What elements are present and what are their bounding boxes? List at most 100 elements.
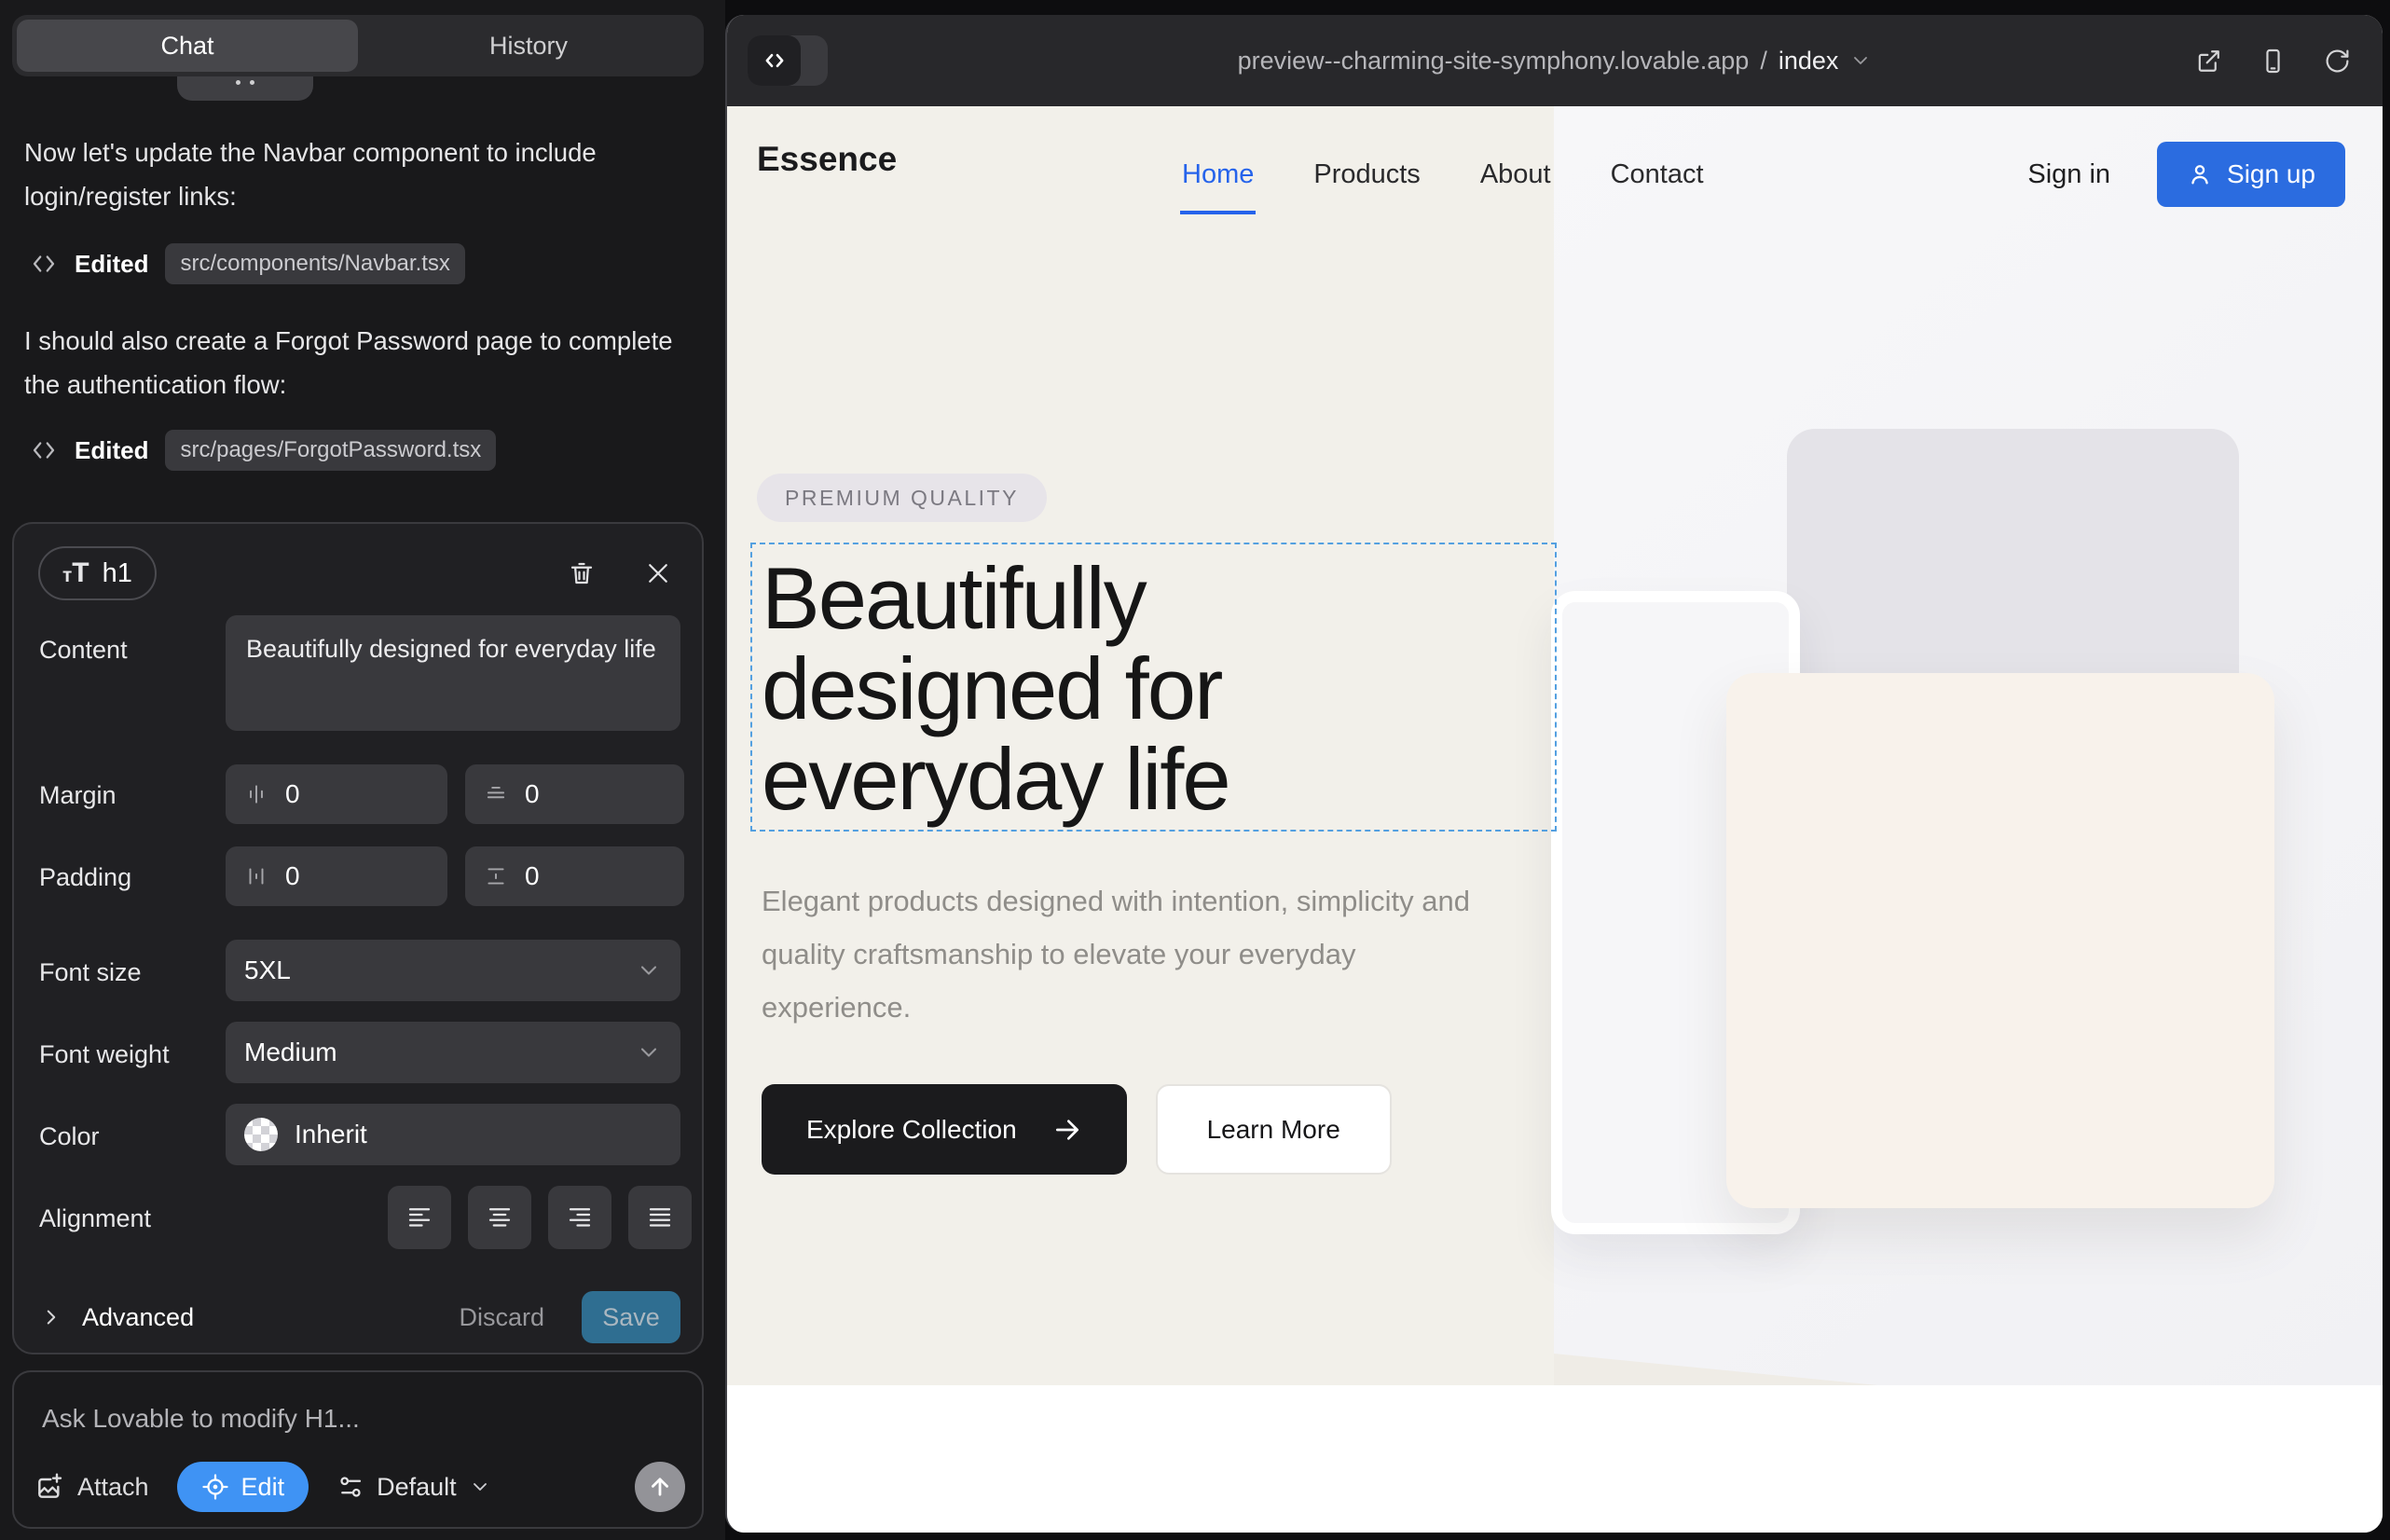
margin-y-icon [484,782,508,806]
align-center-icon [486,1203,514,1231]
site-logo[interactable]: Essence [757,140,897,179]
url-separator: / [1760,47,1767,76]
mode-select[interactable]: Default [337,1473,491,1502]
arrow-right-icon [1052,1115,1082,1145]
sign-in-link[interactable]: Sign in [2027,159,2110,190]
edited-file-row: Edited src/components/Navbar.tsx [30,242,465,285]
chevron-down-icon [636,1039,662,1066]
font-weight-label: Font weight [39,1040,170,1069]
discard-button[interactable]: Discard [459,1303,544,1332]
lovable-app: Chat History Now let's update the Navbar… [0,0,2390,1540]
edit-mode-button[interactable]: Edit [177,1462,309,1512]
scrolled-chip-fragment[interactable] [177,76,313,101]
nav-link-contact[interactable]: Contact [1611,159,1704,190]
url-page: index [1779,47,1839,76]
attach-button[interactable]: Attach [34,1472,149,1502]
align-center-button[interactable] [468,1186,531,1249]
user-icon [2187,161,2213,187]
delete-element-button[interactable] [566,557,598,589]
edited-label: Edited [75,250,148,279]
nav-link-products[interactable]: Products [1313,159,1420,190]
panel-tabs: Chat History [12,15,704,76]
file-chip[interactable]: src/components/Navbar.tsx [165,243,464,284]
arrow-up-icon [647,1474,673,1500]
trash-icon [568,559,596,587]
margin-label: Margin [39,781,117,810]
editor-header: тT h1 [38,546,674,600]
chevron-down-icon [636,957,662,983]
ellipsis-dot [250,80,254,85]
align-left-icon [405,1203,433,1231]
chevron-down-icon [469,1476,491,1498]
alignment-buttons [226,1186,692,1251]
padding-label: Padding [39,863,131,892]
typography-icon: тT [62,557,89,589]
align-right-button[interactable] [548,1186,611,1249]
element-tag: h1 [103,558,132,589]
hero-description: Elegant products designed with intention… [762,874,1507,1034]
image-plus-icon [34,1472,64,1502]
url-host: preview--charming-site-symphony.lovable.… [1238,47,1750,76]
external-link-icon[interactable] [2195,48,2222,75]
element-tag-pill: тT h1 [38,546,157,600]
edited-file-row: Edited src/pages/ForgotPassword.tsx [30,429,496,472]
font-size-select[interactable]: 5XL [226,940,680,1001]
padding-x-icon [244,864,268,888]
send-button[interactable] [635,1462,685,1512]
tab-history[interactable]: History [358,20,699,72]
margin-x-input[interactable]: 0 [226,764,447,824]
hero-cta-row: Explore Collection Learn More [762,1084,1392,1175]
tab-chat[interactable]: Chat [17,20,358,72]
padding-y-input[interactable]: 0 [465,846,684,906]
url-bar[interactable]: preview--charming-site-symphony.lovable.… [727,15,2383,106]
content-label: Content [39,636,128,665]
edited-label: Edited [75,436,148,465]
padding-x-input[interactable]: 0 [226,846,447,906]
composer-toolbar: Attach Edit Default [34,1460,685,1514]
learn-more-button[interactable]: Learn More [1156,1084,1392,1175]
code-icon [30,436,58,464]
site-nav: Home Products About Contact [1182,106,1704,242]
hero-section: Essence Home Products About Contact Sign… [727,106,2383,1385]
decorative-card-cream [1726,673,2274,1208]
sign-up-button[interactable]: Sign up [2157,142,2345,207]
sliders-icon [337,1473,364,1501]
preview-window: preview--charming-site-symphony.lovable.… [725,15,2383,1533]
close-editor-button[interactable] [642,557,674,589]
nav-auth: Sign in Sign up [2027,106,2345,242]
refresh-icon[interactable] [2324,48,2351,75]
color-picker[interactable]: Inherit [226,1104,680,1165]
editor-footer: Advanced Discard Save [39,1290,680,1344]
chat-composer[interactable]: Ask Lovable to modify H1... Attach Edit … [12,1370,704,1529]
hero-heading[interactable]: Beautifully designed for everyday life [762,553,1229,824]
chevron-down-icon [1849,49,1872,72]
color-swatch [244,1118,278,1151]
align-justify-icon [646,1203,674,1231]
nav-link-about[interactable]: About [1480,159,1551,190]
align-left-button[interactable] [388,1186,451,1249]
advanced-toggle[interactable]: Advanced [82,1303,194,1332]
explore-collection-button[interactable]: Explore Collection [762,1084,1127,1175]
align-right-icon [566,1203,594,1231]
save-button[interactable]: Save [582,1291,680,1343]
browser-chrome: preview--charming-site-symphony.lovable.… [727,15,2383,106]
ellipsis-dot [236,80,240,85]
code-icon [30,250,58,278]
file-chip[interactable]: src/pages/ForgotPassword.tsx [165,430,496,471]
hero-badge: PREMIUM QUALITY [757,474,1047,522]
margin-y-input[interactable]: 0 [465,764,684,824]
smartphone-icon[interactable] [2260,48,2287,75]
chrome-actions [2195,15,2351,106]
chevron-right-icon [39,1305,63,1329]
align-justify-button[interactable] [628,1186,692,1249]
content-textarea[interactable]: Beautifully designed for everyday life [226,615,680,731]
color-label: Color [39,1122,100,1151]
nav-link-home[interactable]: Home [1182,159,1254,190]
composer-input[interactable]: Ask Lovable to modify H1... [42,1404,360,1434]
font-size-label: Font size [39,958,142,987]
font-weight-select[interactable]: Medium [226,1022,680,1083]
chat-message: I should also create a Forgot Password p… [24,319,688,406]
close-icon [644,559,672,587]
padding-y-icon [484,864,508,888]
site-page: Essence Home Products About Contact Sign… [727,106,2383,1533]
